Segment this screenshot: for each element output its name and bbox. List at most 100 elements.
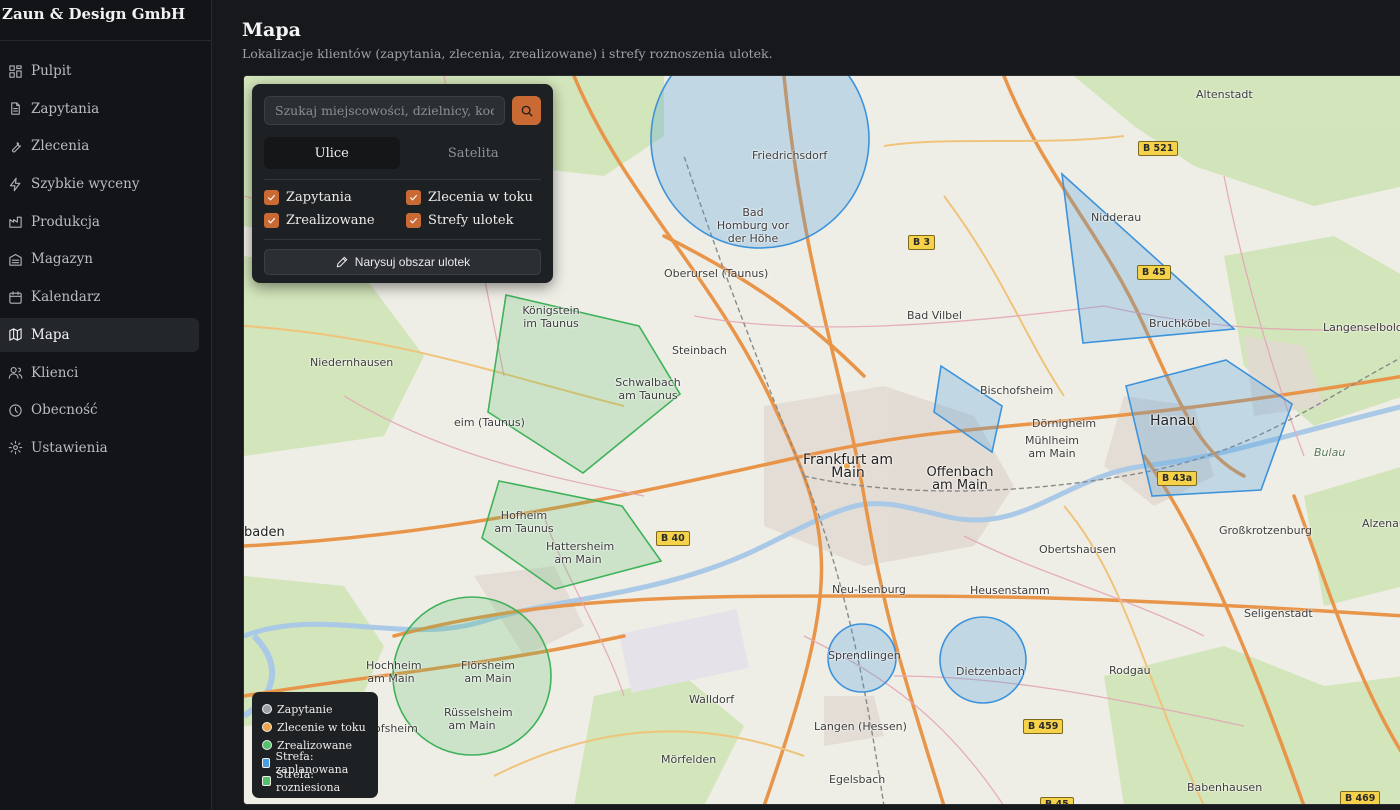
tab-ulice[interactable]: Ulice <box>264 137 400 169</box>
sidebar: Zaun & Design GmbH Pulpit Zapytania Zlec… <box>0 0 212 810</box>
sidebar-item-szybkie-wyceny[interactable]: Szybkie wyceny <box>0 167 199 201</box>
brand-name: Zaun & Design GmbH <box>0 0 211 41</box>
map-view[interactable]: Altenstadt Friedrichsdorf Bad Homburg vo… <box>243 75 1400 805</box>
map-label: Heusenstamm <box>970 584 1050 597</box>
sidebar-item-label: Zapytania <box>31 100 100 117</box>
road-shield: B 45 <box>1040 797 1074 804</box>
map-label: Oberursel (Taunus) <box>664 267 769 280</box>
sidebar-item-magazyn[interactable]: Magazyn <box>0 242 199 276</box>
divider <box>264 239 541 240</box>
map-label: Langen (Hessen) <box>814 720 907 733</box>
warehouse-icon <box>9 253 22 266</box>
layer-toggles: Zapytania Zlecenia w toku Zrealizowane S… <box>264 188 541 229</box>
map-label: Neu-Isenburg <box>832 583 906 596</box>
sidebar-item-produkcja[interactable]: Produkcja <box>0 205 199 239</box>
layer-label: Zapytania <box>286 189 352 205</box>
map-label: baden <box>244 525 285 540</box>
layer-label: Strefy ulotek <box>428 212 514 228</box>
sidebar-item-zlecenia[interactable]: Zlecenia <box>0 129 199 163</box>
layer-checkbox-strefy[interactable]: Strefy ulotek <box>406 211 536 229</box>
map-label: Flörsheim am Main <box>461 659 515 685</box>
sidebar-item-label: Obecność <box>31 402 98 419</box>
sidebar-item-ustawienia[interactable]: Ustawienia <box>0 431 199 465</box>
map-controls-panel: Ulice Satelita Zapytania Zlecenia w toku <box>252 84 553 283</box>
map-label: Rodgau <box>1109 664 1151 677</box>
legend-item: Zapytanie <box>262 700 368 718</box>
map-label: Frankfurt am Main <box>802 452 894 481</box>
map-label: Schwalbach am Taunus <box>615 376 681 402</box>
map-label: Hofheim am Taunus <box>494 509 554 535</box>
map-label: Sprendlingen <box>828 649 901 662</box>
sidebar-item-label: Szybkie wyceny <box>31 176 140 193</box>
draw-area-button[interactable]: Narysuj obszar ulotek <box>264 249 541 275</box>
check-icon <box>409 194 418 201</box>
location-search-input[interactable] <box>264 96 505 125</box>
dashboard-icon <box>9 64 22 78</box>
map-label: Dietzenbach <box>956 665 1025 678</box>
pencil-icon <box>336 256 348 268</box>
map-label: Langenselbold <box>1323 321 1400 334</box>
lightning-icon <box>9 177 21 191</box>
layer-label: Zrealizowane <box>286 212 375 228</box>
map-label: Mühlheim am Main <box>1024 434 1079 460</box>
road-shield: B 459 <box>1023 719 1064 734</box>
map-label: eim (Taunus) <box>454 416 525 429</box>
sidebar-item-label: Magazyn <box>31 251 93 268</box>
road-shield: B 43a <box>1157 471 1198 486</box>
checkbox-checked[interactable] <box>406 189 421 205</box>
sidebar-item-pulpit[interactable]: Pulpit <box>0 54 199 88</box>
layer-checkbox-zapytania[interactable]: Zapytania <box>264 188 406 206</box>
map-label: Großkrotzenburg <box>1219 524 1312 537</box>
map-label: Babenhausen <box>1187 781 1263 794</box>
map-label: Bad Vilbel <box>907 309 962 322</box>
layer-label: Zlecenia w toku <box>428 189 533 205</box>
sidebar-item-label: Pulpit <box>31 63 72 79</box>
map-label: Bischofsheim <box>980 384 1054 397</box>
page-subtitle: Lokalizacje klientów (zapytania, zleceni… <box>242 46 773 61</box>
sidebar-item-mapa[interactable]: Mapa <box>0 317 199 352</box>
search-button[interactable] <box>512 96 541 125</box>
clock-icon <box>9 404 22 417</box>
sidebar-item-obecnosc[interactable]: Obecność <box>0 393 199 427</box>
search-icon <box>521 105 533 117</box>
layer-checkbox-zrealizowane[interactable]: Zrealizowane <box>264 211 406 229</box>
sidebar-item-label: Kalendarz <box>31 289 101 306</box>
road-shield: B 40 <box>656 531 690 546</box>
sidebar-item-label: Klienci <box>31 364 79 381</box>
sidebar-item-label: Ustawienia <box>31 439 108 456</box>
check-icon <box>409 217 418 224</box>
map-label: Niedernhausen <box>310 356 394 369</box>
map-label: Hochheim am Main <box>366 659 422 685</box>
checkbox-checked[interactable] <box>264 212 279 228</box>
road-shield: B 521 <box>1138 141 1179 156</box>
legend-label: Zapytanie <box>277 702 333 716</box>
map-label: Hattersheim am Main <box>546 540 615 566</box>
legend-swatch <box>262 740 272 750</box>
map-label: Offenbach am Main <box>926 465 994 493</box>
map-label: Hanau <box>1150 413 1196 429</box>
draw-area-label: Narysuj obszar ulotek <box>354 255 471 269</box>
legend-item: Strefa: rozniesiona <box>262 768 368 794</box>
map-icon <box>9 328 22 341</box>
tab-satelita[interactable]: Satelita <box>406 137 542 169</box>
sidebar-item-klienci[interactable]: Klienci <box>0 356 199 390</box>
map-label: Nidderau <box>1091 211 1142 224</box>
checkbox-checked[interactable] <box>264 189 279 205</box>
gear-icon <box>8 441 23 455</box>
road-shield: B 469 <box>1340 791 1381 804</box>
main-content: Mapa Lokalizacje klientów (zapytania, zl… <box>212 0 1400 810</box>
map-label: Dörnigheim <box>1032 417 1097 430</box>
layer-checkbox-zlecenia[interactable]: Zlecenia w toku <box>406 188 536 206</box>
page-title: Mapa <box>242 19 301 41</box>
sidebar-nav: Pulpit Zapytania Zlecenia Szybkie wyceny… <box>0 41 211 465</box>
map-label: ofsheim <box>374 722 418 735</box>
users-icon <box>8 366 23 379</box>
wrench-icon <box>12 142 22 153</box>
legend-swatch <box>262 704 272 714</box>
checkbox-checked[interactable] <box>406 212 421 228</box>
sidebar-item-label: Zlecenia <box>31 138 90 155</box>
map-label: Bad Homburg vor der Höhe <box>716 206 790 245</box>
sidebar-item-kalendarz[interactable]: Kalendarz <box>0 280 199 314</box>
map-label: Seligenstadt <box>1244 607 1313 620</box>
sidebar-item-zapytania[interactable]: Zapytania <box>0 92 199 126</box>
